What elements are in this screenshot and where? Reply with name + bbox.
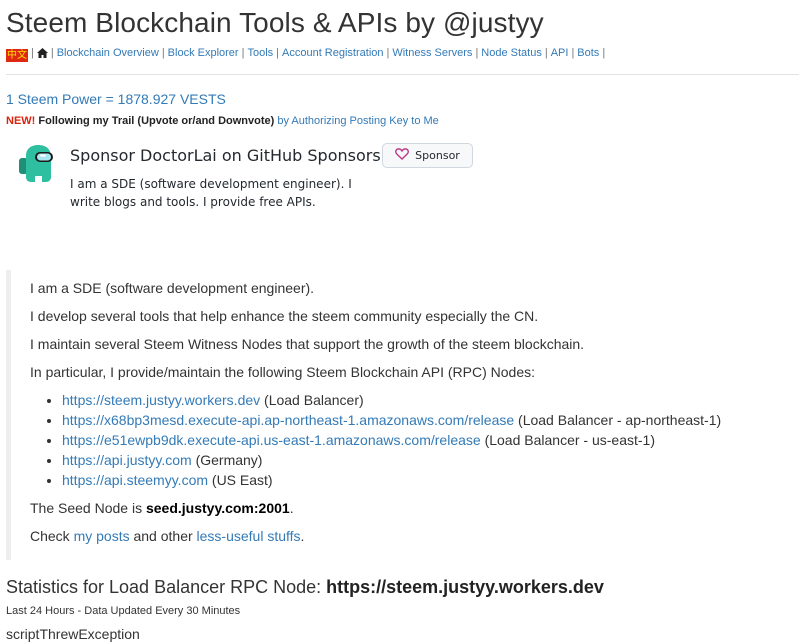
nav-link-bots[interactable]: Bots [577,47,599,59]
seed-node-address: seed.justyy.com:2001 [145,500,290,516]
api-node-list: https://steem.justyy.workers.dev (Load B… [30,390,799,490]
nav-link-blockchain-overview[interactable]: Blockchain Overview [57,47,159,59]
api-node-note: (Load Balancer - ap-northeast-1) [514,412,722,428]
page: Steem Blockchain Tools & APIs by @justyy… [0,0,805,642]
nav-separator: | [544,47,548,59]
nav-separator: | [50,47,54,59]
stats-error-message: scriptThrewException [6,626,140,642]
about-paragraph: In particular, I provide/maintain the fo… [30,364,536,380]
steem-power-rate: 1 Steem Power = 1878.927 VESTS [6,91,226,107]
top-nav: 中文 | | Blockchain Overview | Block Explorer | T… [6,45,799,63]
api-node-link[interactable]: https://api.steemyy.com [62,472,208,488]
seed-node-prefix: The Seed Node is [30,500,146,516]
check-prefix: Check [30,528,74,544]
about-paragraph: I am a SDE (software development enginee… [30,280,315,296]
nav-separator: | [161,47,165,59]
chinese-flag-icon[interactable]: 中文 [6,49,28,62]
sponsor-title: Sponsor DoctorLai on GitHub Sponsors [70,146,381,165]
api-node-note: (US East) [208,472,273,488]
nav-separator: | [571,47,575,59]
api-node-note: (Load Balancer) [260,392,364,408]
nav-link-tools[interactable]: Tools [247,47,273,59]
api-node-item: https://api.justyy.com (Germany) [62,450,799,470]
github-sponsor-card: Sponsor DoctorLai on GitHub Sponsors Spo… [6,142,799,230]
stats-heading-node: https://steem.justyy.workers.dev [326,577,604,597]
api-node-link[interactable]: https://steem.justyy.workers.dev [62,392,260,408]
nav-separator: | [602,47,606,59]
home-icon[interactable] [36,47,48,63]
about-paragraph: I maintain several Steem Witness Nodes t… [30,336,585,352]
stats-heading-prefix: Statistics for Load Balancer RPC Node: [6,577,327,597]
stats-heading: Statistics for Load Balancer RPC Node: h… [6,575,799,599]
check-suffix: . [300,528,305,544]
api-node-note: (Germany) [191,452,263,468]
seed-node-suffix: . [289,500,294,516]
heart-icon [395,148,410,163]
api-node-item: https://e51ewpb9dk.execute-api.us-east-1… [62,430,799,450]
nav-separator: | [276,47,279,59]
announcement: NEW! Following my Trail (Upvote or/and D… [6,114,799,128]
nav-link-account-registration[interactable]: Account Registration [282,47,384,59]
my-posts-link[interactable]: my posts [74,528,130,544]
api-node-link[interactable]: https://api.justyy.com [62,452,192,468]
nav-separator: | [475,47,479,59]
about-blockquote: I am a SDE (software development enginee… [6,270,799,560]
stats-update-note: Last 24 Hours - Data Updated Every 30 Mi… [6,605,241,617]
less-useful-stuffs-link[interactable]: less-useful stuffs [197,528,301,544]
announcement-text: Following my Trail (Upvote or/and Downvo… [38,115,275,127]
api-node-item: https://api.steemyy.com (US East) [62,470,799,490]
sponsor-avatar-icon [18,144,56,184]
nav-link-block-explorer[interactable]: Block Explorer [168,47,239,59]
sponsor-description: I am a SDE (software development enginee… [70,177,352,209]
sponsor-button[interactable]: Sponsor [382,143,473,168]
api-node-link[interactable]: https://x68bp3mesd.execute-api.ap-northe… [62,412,514,428]
api-node-item: https://x68bp3mesd.execute-api.ap-northe… [62,410,799,430]
nav-link-api[interactable]: API [551,47,569,59]
nav-separator: | [31,47,34,59]
page-title: Steem Blockchain Tools & APIs by @justyy [6,7,544,38]
sponsor-button-label: Sponsor [415,149,460,162]
nav-link-witness-servers[interactable]: Witness Servers [392,47,472,59]
about-paragraph: I develop several tools that help enhanc… [30,308,539,324]
authorize-posting-key-link[interactable]: by Authorizing Posting Key to Me [277,115,438,127]
seed-node-line: The Seed Node is seed.justyy.com:2001. [30,498,799,518]
check-middle: and other [129,528,197,544]
new-badge: NEW! [6,115,36,127]
nav-link-node-status[interactable]: Node Status [481,47,542,59]
nav-separator: | [241,47,245,59]
api-node-link[interactable]: https://e51ewpb9dk.execute-api.us-east-1… [62,432,481,448]
header-divider [6,74,799,75]
nav-separator: | [386,47,390,59]
api-node-note: (Load Balancer - us-east-1) [480,432,655,448]
check-line: Check my posts and other less-useful stu… [30,526,799,546]
api-node-item: https://steem.justyy.workers.dev (Load B… [62,390,799,410]
